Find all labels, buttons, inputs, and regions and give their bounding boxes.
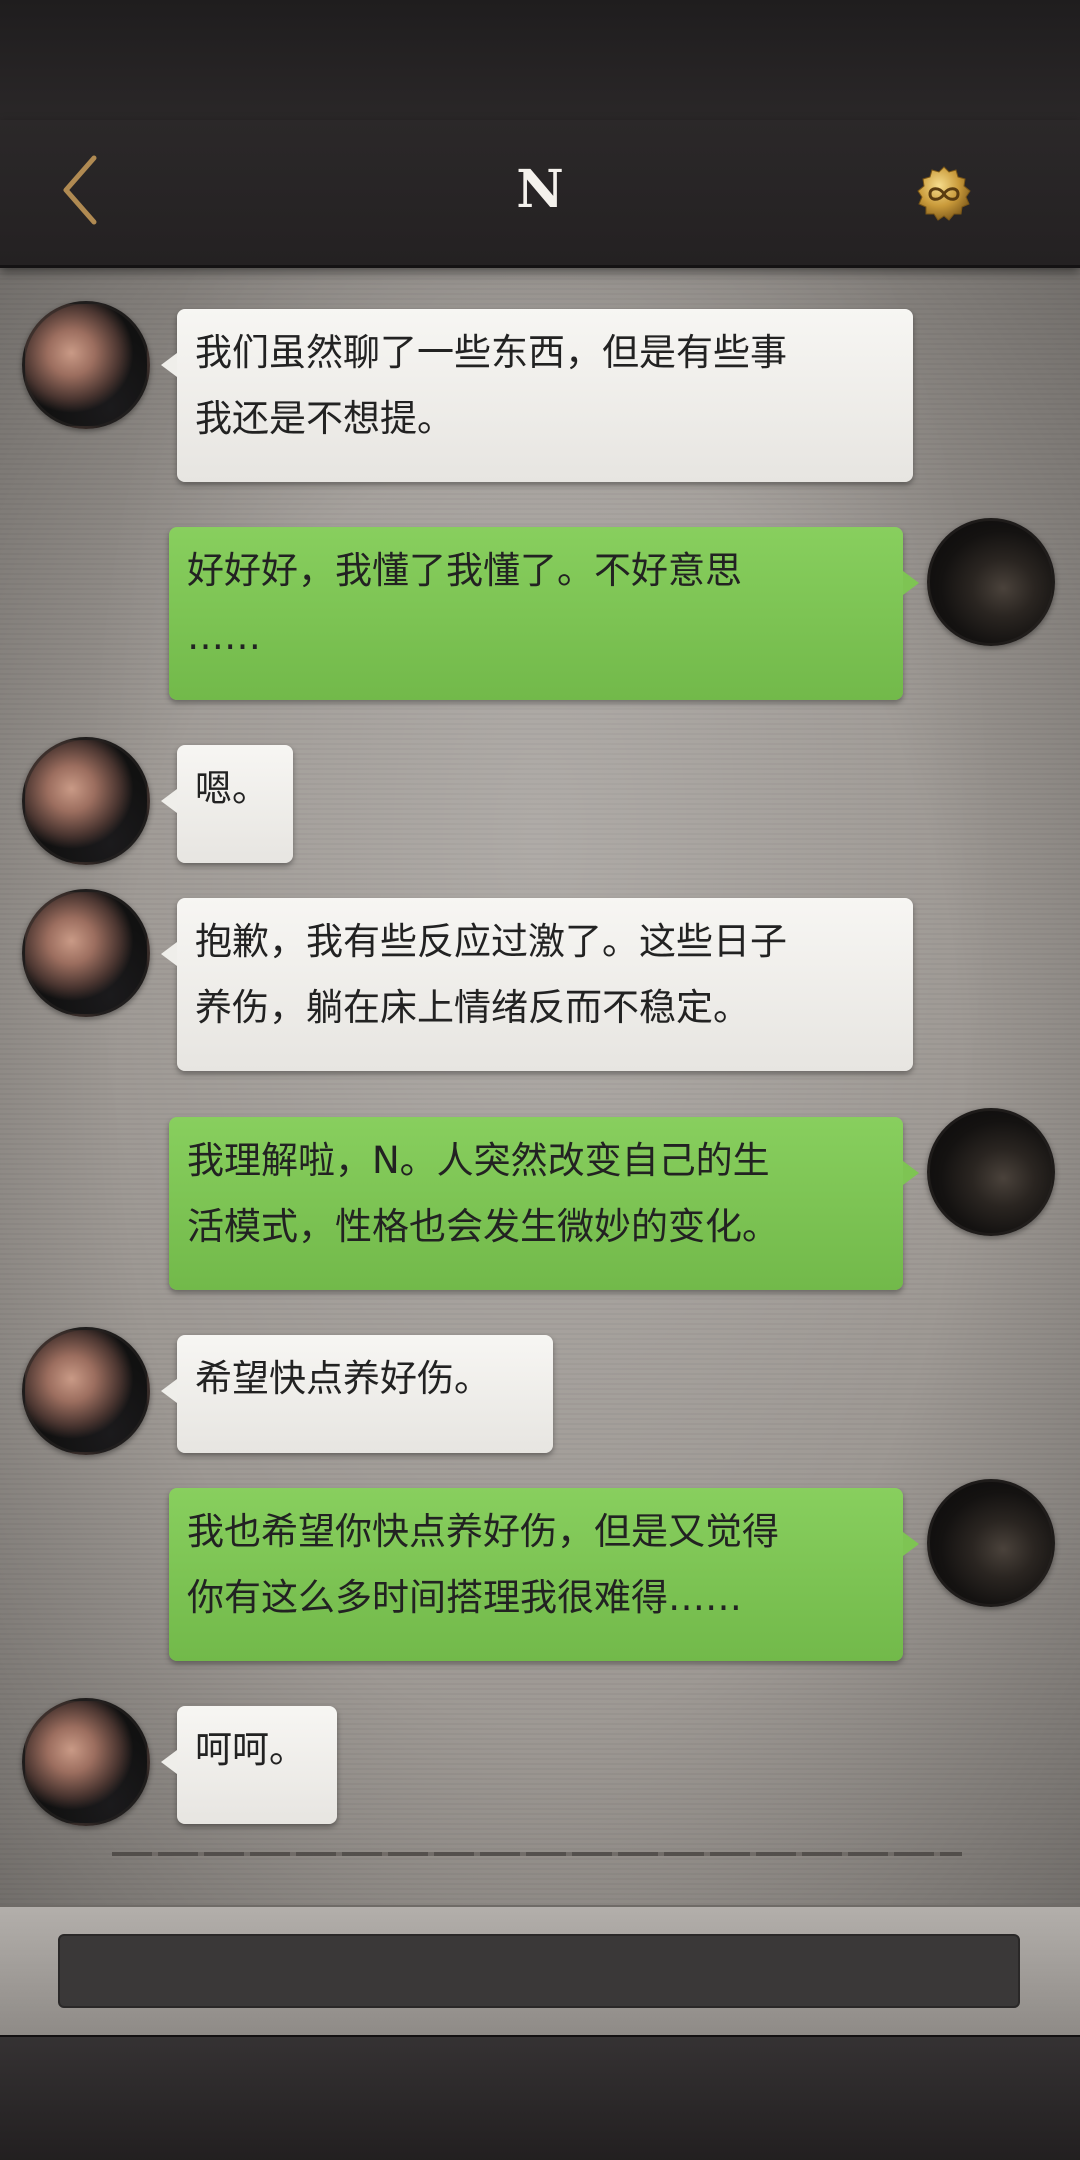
bottom-bar — [0, 2035, 1080, 2160]
message-bubble: 嗯。 — [161, 745, 293, 863]
message-bubble: 希望快点养好伤。 — [161, 1335, 553, 1453]
chat-area[interactable]: 我们虽然聊了一些东西，但是有些事 我还是不想提。 好好好，我懂了我懂了。不好意思… — [0, 265, 1080, 1905]
message-bubble: 好好好，我懂了我懂了。不好意思 …… — [169, 527, 919, 700]
message-bubble: 我理解啦，N。人突然改变自己的生 活模式，性格也会发生微妙的变化。 — [169, 1117, 919, 1290]
message-input[interactable] — [58, 1934, 1020, 2008]
message-bubble: 呵呵。 — [161, 1706, 337, 1824]
infinity-coin-icon — [917, 166, 971, 221]
input-bar — [0, 1905, 1080, 2037]
avatar[interactable] — [927, 1479, 1055, 1607]
avatar[interactable] — [927, 518, 1055, 646]
divider — [112, 1852, 962, 1856]
avatar[interactable] — [22, 1698, 150, 1826]
avatar[interactable] — [22, 889, 150, 1017]
message-bubble: 我们虽然聊了一些东西，但是有些事 我还是不想提。 — [161, 309, 913, 482]
message-bubble: 抱歉，我有些反应过激了。这些日子 养伤，躺在床上情绪反而不稳定。 — [161, 898, 913, 1071]
status-bar — [0, 0, 1080, 120]
message-bubble: 我也希望你快点养好伤，但是又觉得 你有这么多时间搭理我很难得…… — [169, 1488, 919, 1661]
avatar[interactable] — [927, 1108, 1055, 1236]
infinity-badge-button[interactable] — [916, 166, 972, 222]
avatar[interactable] — [22, 737, 150, 865]
avatar[interactable] — [22, 301, 150, 429]
nav-bar: N — [0, 120, 1080, 268]
avatar[interactable] — [22, 1327, 150, 1455]
